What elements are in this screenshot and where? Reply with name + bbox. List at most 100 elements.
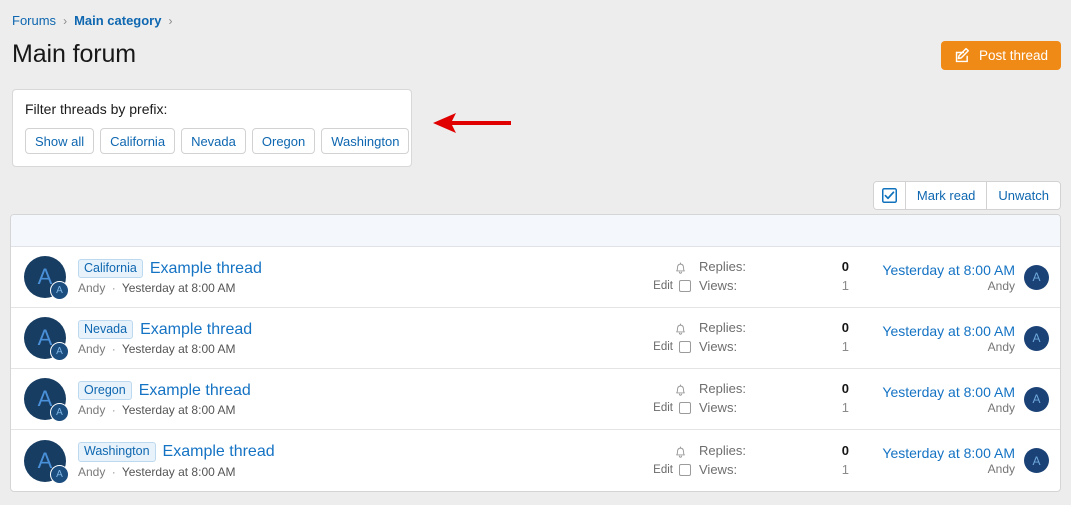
avatar[interactable]: A A: [24, 440, 66, 482]
thread-info: California Example thread Andy · Yesterd…: [78, 259, 631, 295]
post-thread-button[interactable]: Post thread: [941, 41, 1061, 70]
avatar[interactable]: A A: [24, 378, 66, 420]
thread-prefix-badge[interactable]: California: [78, 259, 143, 278]
thread-author[interactable]: Andy: [78, 342, 105, 356]
replies-value: 0: [842, 380, 849, 399]
thread-meta: Andy · Yesterday at 8:00 AM: [78, 281, 631, 295]
thread-edit-row: Edit: [653, 400, 691, 417]
avatar-badge: A: [50, 281, 69, 300]
thread-edit-row: Edit: [653, 339, 691, 356]
last-post-date-link[interactable]: Yesterday at 8:00 AM: [882, 384, 1015, 400]
edit-thread-label[interactable]: Edit: [653, 280, 673, 292]
replies-label: Replies:: [699, 258, 746, 277]
thread-title-link[interactable]: Example thread: [139, 382, 251, 400]
prefix-filter-show-all[interactable]: Show all: [25, 128, 94, 154]
last-post-date-link[interactable]: Yesterday at 8:00 AM: [882, 445, 1015, 461]
thread-title-link[interactable]: Example thread: [140, 321, 252, 339]
last-post-avatar[interactable]: A: [1024, 448, 1049, 473]
table-row[interactable]: A A Washington Example thread Andy · Yes…: [11, 430, 1060, 491]
annotation-arrow-icon: [432, 110, 512, 136]
table-row[interactable]: A A Nevada Example thread Andy · Yesterd…: [11, 308, 1060, 369]
watch-thread-button[interactable]: [674, 443, 691, 460]
table-row[interactable]: A A Oregon Example thread Andy · Yesterd…: [11, 369, 1060, 430]
avatar[interactable]: A A: [24, 317, 66, 359]
thread-stats: Replies: Views: 0 1: [699, 442, 849, 480]
thread-author[interactable]: Andy: [78, 465, 105, 479]
prefix-filter-label: Filter threads by prefix:: [25, 101, 399, 117]
thread-author[interactable]: Andy: [78, 281, 105, 295]
last-post-avatar[interactable]: A: [1024, 265, 1049, 290]
thread-title-line: Washington Example thread: [78, 442, 631, 461]
thread-title-link[interactable]: Example thread: [163, 443, 275, 461]
last-post: Yesterday at 8:00 AM Andy A: [869, 384, 1049, 415]
prefix-filter-button-row: Show all California Nevada Oregon Washin…: [25, 128, 399, 154]
select-all-threads-checkbox[interactable]: [874, 182, 906, 209]
select-thread-checkbox[interactable]: [679, 402, 691, 414]
thread-prefix-badge[interactable]: Nevada: [78, 320, 133, 339]
views-label: Views:: [699, 399, 746, 418]
views-label: Views:: [699, 461, 746, 480]
edit-thread-label[interactable]: Edit: [653, 341, 673, 353]
avatar[interactable]: A A: [24, 256, 66, 298]
replies-value: 0: [842, 319, 849, 338]
replies-label: Replies:: [699, 442, 746, 461]
breadcrumb-item-main-category[interactable]: Main category: [74, 13, 161, 28]
last-post-author[interactable]: Andy: [988, 340, 1015, 354]
thread-prefix-badge[interactable]: Washington: [78, 442, 156, 461]
avatar-badge: A: [50, 403, 69, 422]
page-title: Main forum: [12, 41, 136, 69]
unwatch-button[interactable]: Unwatch: [987, 182, 1060, 209]
thread-edit-row: Edit: [653, 278, 691, 295]
last-post: Yesterday at 8:00 AM Andy A: [869, 445, 1049, 476]
views-label: Views:: [699, 277, 746, 296]
breadcrumb-item-forums[interactable]: Forums: [12, 13, 56, 28]
meta-separator: ·: [112, 342, 116, 356]
thread-prefix-badge[interactable]: Oregon: [78, 381, 132, 400]
thread-meta: Andy · Yesterday at 8:00 AM: [78, 465, 631, 479]
last-post-date-link[interactable]: Yesterday at 8:00 AM: [882, 262, 1015, 278]
edit-thread-label[interactable]: Edit: [653, 402, 673, 414]
last-post-date-link[interactable]: Yesterday at 8:00 AM: [882, 323, 1015, 339]
views-value: 1: [842, 338, 849, 357]
checked-checkbox-icon: [882, 188, 897, 203]
thread-title-line: Oregon Example thread: [78, 381, 631, 400]
prefix-filter-washington[interactable]: Washington: [321, 128, 409, 154]
edit-thread-label[interactable]: Edit: [653, 464, 673, 476]
thread-title-line: California Example thread: [78, 259, 631, 278]
last-post-author[interactable]: Andy: [988, 401, 1015, 415]
mark-read-button[interactable]: Mark read: [906, 182, 988, 209]
views-label: Views:: [699, 338, 746, 357]
select-thread-checkbox[interactable]: [679, 464, 691, 476]
prefix-filter-oregon[interactable]: Oregon: [252, 128, 315, 154]
watch-thread-button[interactable]: [674, 260, 691, 277]
thread-stats: Replies: Views: 0 1: [699, 380, 849, 418]
meta-separator: ·: [112, 281, 116, 295]
thread-meta: Andy · Yesterday at 8:00 AM: [78, 342, 631, 356]
views-value: 1: [842, 277, 849, 296]
meta-separator: ·: [112, 465, 116, 479]
prefix-filter-nevada[interactable]: Nevada: [181, 128, 246, 154]
views-value: 1: [842, 399, 849, 418]
thread-date: Yesterday at 8:00 AM: [122, 465, 236, 479]
replies-value: 0: [842, 442, 849, 461]
thread-stats: Replies: Views: 0 1: [699, 258, 849, 296]
replies-value: 0: [842, 258, 849, 277]
thread-controls: Edit: [631, 321, 691, 356]
select-thread-checkbox[interactable]: [679, 341, 691, 353]
table-row[interactable]: A A California Example thread Andy · Yes…: [11, 247, 1060, 308]
breadcrumb: Forums › Main category ›: [0, 0, 1071, 29]
prefix-filter-california[interactable]: California: [100, 128, 175, 154]
last-post-avatar[interactable]: A: [1024, 326, 1049, 351]
bell-icon: [674, 445, 687, 459]
select-thread-checkbox[interactable]: [679, 280, 691, 292]
watch-thread-button[interactable]: [674, 321, 691, 338]
watch-thread-button[interactable]: [674, 382, 691, 399]
thread-date: Yesterday at 8:00 AM: [122, 403, 236, 417]
thread-title-link[interactable]: Example thread: [150, 260, 262, 278]
last-post-avatar[interactable]: A: [1024, 387, 1049, 412]
thread-author[interactable]: Andy: [78, 403, 105, 417]
last-post-author[interactable]: Andy: [988, 279, 1015, 293]
thread-stats: Replies: Views: 0 1: [699, 319, 849, 357]
last-post: Yesterday at 8:00 AM Andy A: [869, 323, 1049, 354]
last-post-author[interactable]: Andy: [988, 462, 1015, 476]
